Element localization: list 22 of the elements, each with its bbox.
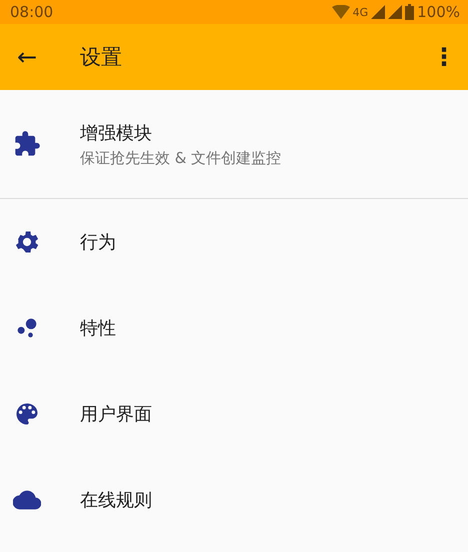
signal-icon: [388, 5, 402, 19]
menu-button[interactable]: ⋮: [428, 43, 460, 71]
back-button[interactable]: ←: [14, 43, 40, 71]
settings-item[interactable]: 增强模块 保证抢先生效 & 文件创建监控: [0, 90, 468, 198]
item-subtitle: 保证抢先生效 & 文件创建监控: [80, 148, 282, 168]
battery-icon: [405, 4, 414, 20]
battery-level: 100%: [417, 3, 460, 21]
puzzle-icon: [13, 130, 41, 158]
settings-item[interactable]: 在线规则: [0, 457, 468, 543]
item-title: 用户界面: [80, 403, 152, 426]
item-title: 增强模块: [80, 122, 153, 144]
clock: 08:00: [10, 3, 54, 21]
settings-item[interactable]: 行为: [0, 199, 468, 285]
signal-icon: [371, 5, 386, 19]
settings-item[interactable]: 特性: [0, 285, 468, 371]
wifi-icon: [332, 5, 350, 19]
settings-item[interactable]: 用户界面: [0, 371, 468, 457]
item-title: 在线规则: [80, 489, 152, 512]
page-title: 设置: [80, 44, 122, 71]
network-type: 4G: [352, 6, 368, 18]
item-title: 特性: [80, 317, 116, 340]
item-title: 行为: [80, 231, 116, 254]
